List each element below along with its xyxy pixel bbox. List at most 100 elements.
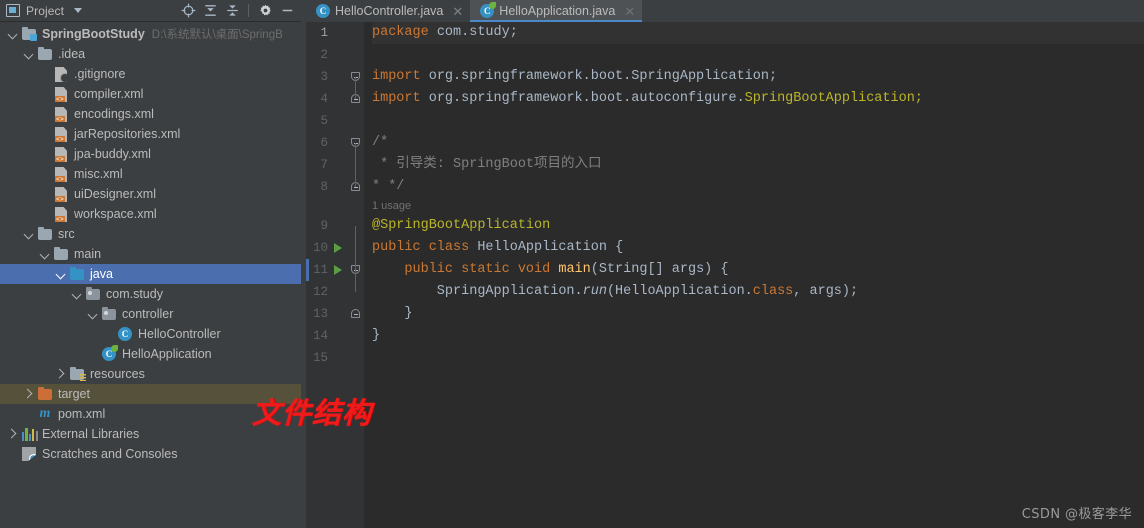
code-token: /* — [372, 135, 389, 150]
tree-node-java[interactable]: java — [0, 264, 301, 284]
tree-node-hellocontroller[interactable]: C HelloController — [0, 324, 301, 344]
tree-node-label: workspace.xml — [74, 207, 157, 221]
tree-node-helloapplication[interactable]: C HelloApplication — [0, 344, 301, 364]
code-token: * */ — [372, 179, 405, 194]
gutter-line: 2 — [306, 44, 364, 66]
excluded-folder-icon — [37, 386, 53, 402]
run-gutter-icon[interactable] — [334, 265, 342, 275]
code-token: public static void — [372, 262, 559, 277]
tree-node-controller[interactable]: controller — [0, 304, 301, 324]
code-line: import org.springframework.boot.autoconf… — [372, 88, 1144, 110]
code-token: class — [752, 284, 794, 299]
tree-node-uidesigner-xml[interactable]: uiDesigner.xml — [0, 184, 301, 204]
line-number: 7 — [320, 158, 328, 172]
line-number: 4 — [320, 92, 328, 106]
tree-node-resources[interactable]: resources — [0, 364, 301, 384]
close-icon[interactable]: ✕ — [452, 5, 463, 18]
tree-node-main[interactable]: main — [0, 244, 301, 264]
code-token: main — [558, 262, 591, 277]
tree-node-label: pom.xml — [58, 407, 106, 421]
run-gutter-icon[interactable] — [334, 243, 342, 253]
line-number: 8 — [320, 180, 328, 194]
code-token: import — [372, 91, 429, 106]
chevron-down-icon[interactable] — [56, 269, 67, 280]
project-tree[interactable]: SpringBootStudy D:\系统默认\桌面\SpringB .idea .g… — [0, 22, 301, 528]
editor-tab-helloapplication-java[interactable]: C HelloApplication.java ✕ — [470, 0, 643, 22]
project-title-group[interactable]: Project — [6, 4, 83, 18]
hide-icon[interactable] — [277, 1, 297, 21]
chevron-right-icon[interactable] — [24, 389, 35, 400]
gutter-line: 13 — [306, 303, 364, 325]
settings-gear-icon[interactable] — [255, 1, 275, 21]
tree-node-compiler-xml[interactable]: compiler.xml — [0, 84, 301, 104]
tree-node-pom-xml[interactable]: m pom.xml — [0, 404, 301, 424]
chevron-down-icon[interactable] — [74, 8, 83, 13]
editor-gutter[interactable]: 1 2 3 4 5 6 7 8 9 10 11 12 13 14 15 — [306, 22, 364, 528]
chevron-right-icon[interactable] — [8, 429, 19, 440]
fold-guide-line — [355, 143, 356, 187]
folder-icon — [37, 226, 53, 242]
xml-file-icon — [53, 166, 69, 182]
code-fold-toggle[interactable] — [351, 309, 360, 318]
tree-node-scratches-and-consoles[interactable]: Scratches and Consoles — [0, 444, 301, 464]
chevron-right-icon[interactable] — [56, 369, 67, 380]
expand-all-icon[interactable] — [200, 1, 220, 21]
code-token: (HelloApplication. — [606, 284, 753, 299]
scroll-from-source-icon[interactable] — [178, 1, 198, 21]
tree-node-com-study[interactable]: com.study — [0, 284, 301, 304]
code-line: public class HelloApplication { — [372, 237, 1144, 259]
project-tool-window: Project SpringBootStudy D:\系统默认\桌面\Sprin… — [0, 0, 301, 528]
code-line: * */ — [372, 176, 1144, 198]
chevron-down-icon[interactable] — [88, 309, 99, 320]
chevron-down-icon[interactable] — [8, 29, 19, 40]
tree-node-misc-xml[interactable]: misc.xml — [0, 164, 301, 184]
toolbar-separator — [248, 4, 249, 17]
fold-guide-line — [355, 226, 356, 292]
tree-node-springbootstudy[interactable]: SpringBootStudy D:\系统默认\桌面\SpringB — [0, 24, 301, 44]
java-runnable-class-icon: C — [101, 345, 118, 362]
tree-node-workspace-xml[interactable]: workspace.xml — [0, 204, 301, 224]
editor-code[interactable]: package com.study; import org.springfram… — [364, 22, 1144, 528]
chevron-down-icon[interactable] — [40, 249, 51, 260]
tree-node-gitignore[interactable]: .gitignore — [0, 64, 301, 84]
code-token: import — [372, 69, 429, 84]
tree-node-label: main — [74, 247, 102, 261]
tree-node-target[interactable]: target — [0, 384, 301, 404]
tree-node-jpa-buddy-xml[interactable]: jpa-buddy.xml — [0, 144, 301, 164]
tree-node-label: encodings.xml — [74, 107, 154, 121]
line-number: 14 — [312, 329, 328, 343]
code-token: * 引导类: SpringBoot项目的入口 — [372, 157, 602, 172]
project-window-icon — [6, 4, 20, 17]
chevron-down-icon[interactable] — [24, 229, 35, 240]
tree-node-jarrepositories-xml[interactable]: jarRepositories.xml — [0, 124, 301, 144]
editor-area: C HelloController.java ✕ C HelloApplication.… — [306, 0, 1144, 528]
editor-code-area[interactable]: 1 2 3 4 5 6 7 8 9 10 11 12 13 14 15 package com.study;… — [306, 22, 1144, 528]
chevron-down-icon[interactable] — [72, 289, 83, 300]
tree-node-external-libraries[interactable]: External Libraries — [0, 424, 301, 444]
code-token: org.springframework.boot.SpringApplicati… — [428, 69, 778, 84]
close-icon[interactable]: ✕ — [624, 5, 635, 18]
tree-node-encodings-xml[interactable]: encodings.xml — [0, 104, 301, 124]
tree-node-idea[interactable]: .idea — [0, 44, 301, 64]
package-icon — [85, 286, 101, 302]
inlay-hint: 1 usage — [372, 200, 412, 212]
tree-node-label: uiDesigner.xml — [74, 187, 156, 201]
tree-node-label: SpringBootStudy — [42, 27, 145, 41]
source-root-folder-icon — [69, 266, 85, 282]
module-folder-icon — [21, 26, 37, 42]
editor-tab-hellocontroller-java[interactable]: C HelloController.java ✕ — [306, 0, 471, 22]
tree-node-src[interactable]: src — [0, 224, 301, 244]
line-number: 5 — [320, 114, 328, 128]
collapse-all-icon[interactable] — [222, 1, 242, 21]
chevron-down-icon[interactable] — [24, 49, 35, 60]
